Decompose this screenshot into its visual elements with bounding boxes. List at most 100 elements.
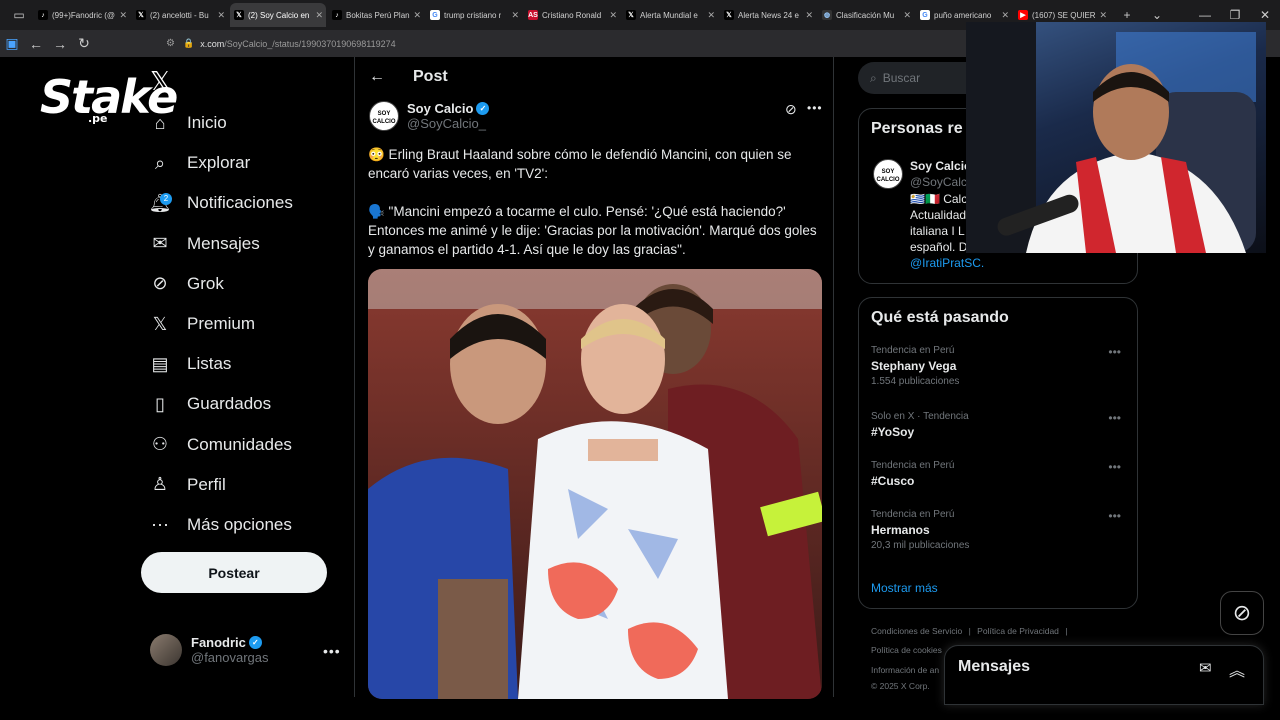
forward-icon[interactable]: → bbox=[48, 36, 72, 52]
relevant-avatar[interactable]: SOY CALCIO bbox=[873, 159, 903, 189]
nav-item-inicio[interactable]: ⌂ Inicio bbox=[150, 108, 227, 138]
trend-item[interactable]: Tendencia en Perú Hermanos 20,3 mil public… bbox=[871, 509, 1127, 551]
trend-name: Stephany Vega bbox=[871, 359, 957, 373]
footer-info-link[interactable]: Información de an bbox=[871, 665, 939, 675]
close-tab-icon[interactable]: ✕ bbox=[1099, 10, 1107, 21]
trend-item[interactable]: Tendencia en Perú #Cusco ••• bbox=[871, 460, 1127, 488]
url-domain: x.com bbox=[200, 38, 225, 49]
close-tab-icon[interactable]: ✕ bbox=[805, 10, 813, 21]
show-more-link[interactable]: Mostrar más bbox=[871, 581, 938, 595]
browser-tab-label: Clasificación Mu bbox=[836, 10, 895, 20]
post-image[interactable] bbox=[368, 269, 822, 699]
bookmark-icon: ▯ bbox=[155, 393, 165, 414]
browser-tab[interactable]: ♪ (99+)Fanodric (@ ✕ bbox=[34, 3, 130, 27]
x-icon: 𝕏 bbox=[724, 10, 734, 20]
browser-tab[interactable]: ◍ Clasificación Mu ✕ bbox=[818, 3, 914, 27]
as-icon: AS bbox=[528, 10, 538, 20]
grok-fab[interactable]: ⊘ bbox=[1220, 591, 1264, 635]
nav-item-label: Comunidades bbox=[187, 434, 292, 454]
globe-icon: ◍ bbox=[822, 10, 832, 20]
close-tab-icon[interactable]: ✕ bbox=[1001, 10, 1009, 21]
nav-item-m-s-opciones[interactable]: ⋯ Más opciones bbox=[150, 510, 292, 540]
bell-icon: 🔔︎ 2 bbox=[148, 192, 172, 213]
browser-tab[interactable]: AS Cristiano Ronald ✕ bbox=[524, 3, 620, 27]
messages-drawer[interactable]: Mensajes ✉ ︽ bbox=[944, 645, 1264, 705]
nav-item-comunidades[interactable]: ⚇ Comunidades bbox=[150, 430, 292, 460]
grok-explain-icon[interactable]: ⊘ bbox=[785, 101, 797, 118]
tiktok-icon: ♪ bbox=[38, 10, 48, 20]
close-tab-icon[interactable]: ✕ bbox=[119, 10, 127, 21]
sidebar-toggle-icon[interactable]: ▣ bbox=[0, 35, 24, 52]
trend-item[interactable]: Solo en X · Tendencia #YoSoy ••• bbox=[871, 411, 1127, 439]
nav-item-premium[interactable]: 𝕏 Premium bbox=[150, 309, 255, 339]
author-handle[interactable]: @SoyCalcio_ bbox=[407, 116, 489, 131]
maximize-icon[interactable]: ❐ bbox=[1220, 8, 1250, 22]
search-placeholder: Buscar bbox=[882, 71, 921, 85]
account-handle: @fanovargas bbox=[191, 650, 269, 665]
close-window-icon[interactable]: ✕ bbox=[1250, 8, 1280, 22]
trend-item[interactable]: Tendencia en Perú Stephany Vega 1.554 publ… bbox=[871, 345, 1127, 387]
new-message-icon[interactable]: ✉ bbox=[1199, 659, 1212, 677]
close-tab-icon[interactable]: ✕ bbox=[315, 10, 323, 21]
expand-drawer-icon[interactable]: ︽ bbox=[1229, 657, 1245, 681]
x-icon: 𝕏 bbox=[234, 10, 244, 20]
post-more-icon[interactable]: ••• bbox=[807, 101, 823, 115]
minimize-icon[interactable]: — bbox=[1190, 8, 1220, 22]
trending-title: Qué está pasando bbox=[871, 309, 1009, 326]
search-icon: ⌕ bbox=[870, 70, 877, 85]
author-avatar[interactable]: SOY CALCIO bbox=[369, 101, 399, 131]
footer-terms-link[interactable]: Condiciones de Servicio bbox=[871, 626, 962, 636]
back-icon[interactable]: ← bbox=[24, 36, 48, 52]
x-logo-icon[interactable]: 𝕏 bbox=[150, 66, 171, 97]
browser-tab[interactable]: 𝕏 Alerta Mundial e ✕ bbox=[622, 3, 718, 27]
nav-item-notificaciones[interactable]: 🔔︎ 2 Notificaciones bbox=[148, 188, 293, 218]
trend-more-icon[interactable]: ••• bbox=[1108, 460, 1121, 474]
relevant-mention-link[interactable]: @IratiPratSC. bbox=[910, 256, 984, 270]
nav-item-label: Listas bbox=[187, 354, 232, 374]
site-info-icon[interactable]: ⚙ bbox=[166, 38, 175, 49]
trend-more-icon[interactable]: ••• bbox=[1108, 345, 1121, 359]
reload-icon[interactable]: ↻ bbox=[72, 35, 96, 52]
browser-tab[interactable]: ♪ Bokitas Perú Plan ✕ bbox=[328, 3, 424, 27]
footer-privacy-link[interactable]: Política de Privacidad bbox=[977, 626, 1059, 636]
nav-item-label: Premium bbox=[187, 314, 256, 333]
post-author[interactable]: SOY CALCIO Soy Calcio ✓ @SoyCalcio_ bbox=[369, 101, 490, 131]
google-icon: G bbox=[920, 10, 930, 20]
close-tab-icon[interactable]: ✕ bbox=[707, 10, 715, 21]
trend-name: Hermanos bbox=[871, 523, 930, 537]
browser-tab[interactable]: 𝕏 (2) Soy Calcio en ✕ bbox=[230, 3, 326, 27]
account-more-icon[interactable]: ••• bbox=[323, 643, 341, 659]
footer-cookies-link[interactable]: Política de cookies bbox=[871, 645, 942, 655]
new-tab-button[interactable]: + bbox=[1112, 8, 1142, 22]
nav-item-guardados[interactable]: ▯ Guardados bbox=[150, 389, 271, 419]
search-icon: ⌕ bbox=[154, 152, 166, 173]
close-tab-icon[interactable]: ✕ bbox=[903, 10, 911, 21]
browser-tab[interactable]: 𝕏 Alerta News 24 e ✕ bbox=[720, 3, 816, 27]
nav-item-explorar[interactable]: ⌕ Explorar bbox=[150, 148, 250, 178]
author-name[interactable]: Soy Calcio bbox=[407, 101, 473, 116]
post-button[interactable]: Postear bbox=[141, 552, 327, 593]
trend-count: 1.554 publicaciones bbox=[871, 376, 960, 387]
back-arrow-icon[interactable]: ← bbox=[369, 68, 385, 86]
browser-tab-label: (99+)Fanodric (@ bbox=[52, 10, 116, 20]
nav-item-grok[interactable]: ⊘ Grok bbox=[150, 269, 223, 299]
tab-list-chevron-icon[interactable]: ⌄ bbox=[1142, 8, 1172, 22]
url-field[interactable]: ⚙ 🔒 x.com/SoyCalcio_/status/199037019069… bbox=[166, 38, 396, 49]
close-tab-icon[interactable]: ✕ bbox=[609, 10, 617, 21]
nav-item-listas[interactable]: ▤ Listas bbox=[150, 349, 231, 379]
account-name: Fanodric bbox=[191, 635, 246, 650]
close-tab-icon[interactable]: ✕ bbox=[511, 10, 519, 21]
close-tab-icon[interactable]: ✕ bbox=[217, 10, 225, 21]
tab-actions-icon[interactable]: ▭ bbox=[4, 8, 34, 22]
account-switcher[interactable]: Fanodric ✓ @fanovargas bbox=[150, 634, 269, 666]
tiktok-icon: ♪ bbox=[332, 10, 342, 20]
more-circle-icon: ⋯ bbox=[151, 514, 169, 535]
trend-more-icon[interactable]: ••• bbox=[1108, 411, 1121, 425]
trend-more-icon[interactable]: ••• bbox=[1108, 509, 1121, 523]
browser-tab[interactable]: 𝕏 (2) ancelotti - Bu ✕ bbox=[132, 3, 228, 27]
nav-item-mensajes[interactable]: ✉ Mensajes bbox=[150, 229, 259, 259]
post-text-quote: 🗣️ "Mancini empezó a tocarme el culo. Pe… bbox=[368, 204, 817, 257]
close-tab-icon[interactable]: ✕ bbox=[413, 10, 421, 21]
nav-item-perfil[interactable]: ♙ Perfil bbox=[150, 470, 226, 500]
browser-tab[interactable]: Gtrump cristiano r ✕ bbox=[426, 3, 522, 27]
